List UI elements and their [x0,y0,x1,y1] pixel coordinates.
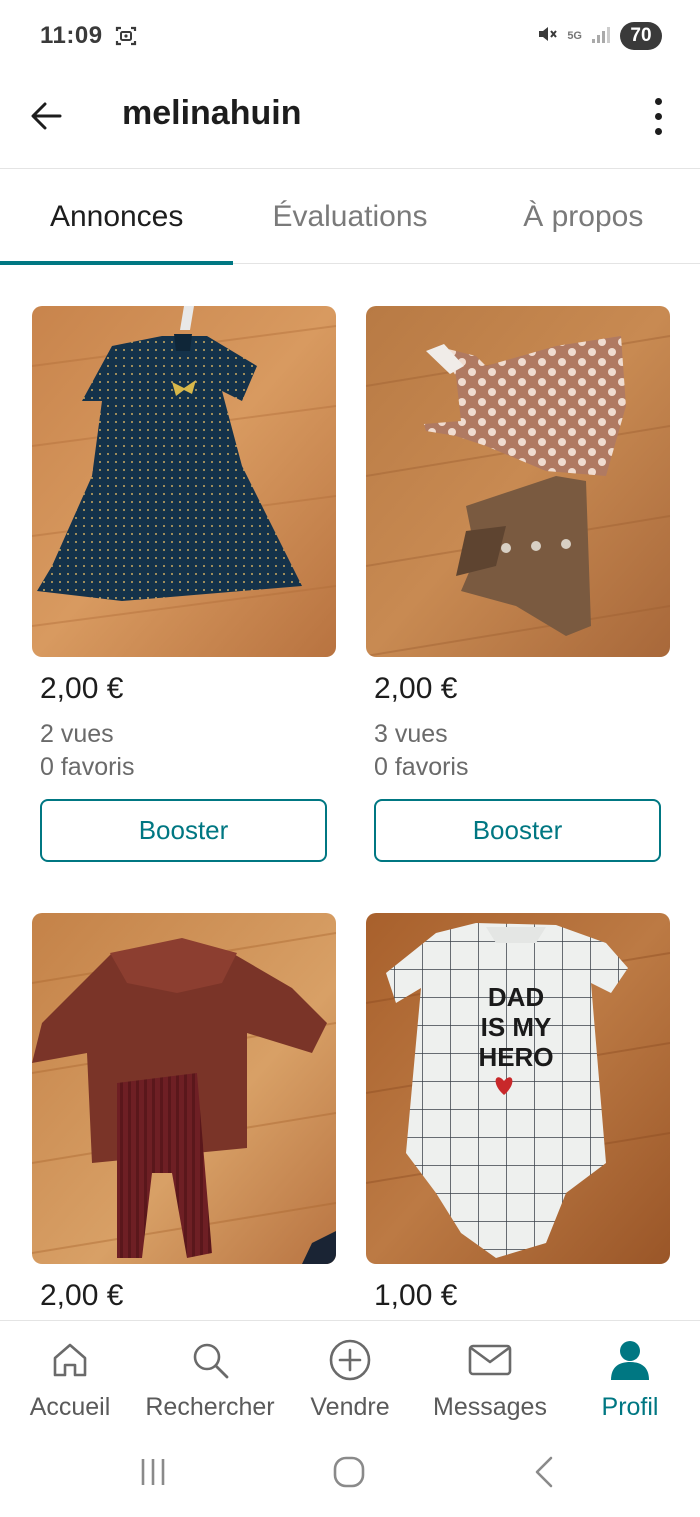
bodysuit-print-line-3: HERO [478,1042,553,1072]
profile-icon [607,1337,653,1383]
listing-photo-top-and-headband[interactable] [366,306,670,657]
nav-item-accueil[interactable]: Accueil [0,1321,140,1433]
screen-recorder-icon [114,24,138,48]
mail-icon [467,1337,513,1383]
signal-icon [590,23,612,50]
network-type: 5G [567,30,582,42]
recent-apps-icon [141,1459,165,1485]
listing-card[interactable]: 2,00 € [32,913,336,1312]
home-system-button[interactable] [324,1450,374,1494]
nav-label: Accueil [29,1393,111,1421]
listing-photo-sweater-and-leggings[interactable] [32,913,336,1264]
home-circle-icon [333,1456,365,1488]
mute-icon [535,22,559,51]
listing-price: 2,00 € [374,672,458,705]
home-icon [47,1337,93,1383]
status-bar: 11:09 5G 70 [0,0,700,74]
listing-card[interactable]: 2,00 € 3 vues 0 favoris Booster [366,306,670,862]
more-options-icon[interactable] [642,90,674,142]
listing-photo-dress[interactable] [32,306,336,657]
bodysuit-print-line-1: DAD [488,982,544,1012]
page-title: melinahuin [122,94,302,132]
listing-photo-bodysuit[interactable]: DAD IS MY HERO [366,913,670,1264]
tab-annonces[interactable]: Annonces [0,170,234,265]
profile-tabs: Annonces Évaluations À propos [0,170,700,265]
nav-label: Messages [433,1393,547,1421]
listing-card[interactable]: 2,00 € 2 vues 0 favoris Booster [32,306,336,862]
system-back-button[interactable] [520,1450,570,1494]
back-arrow-icon [31,102,62,130]
nav-label: Vendre [310,1393,390,1421]
listing-favorites: 0 favoris [374,753,469,781]
booster-button[interactable]: Booster [40,799,327,862]
system-navigation-bar [0,1432,700,1517]
listing-card[interactable]: DAD IS MY HERO 1,00 € [366,913,670,1312]
bottom-navigation: Accueil Rechercher Vendre Messages Profi… [0,1320,700,1432]
listing-price: 2,00 € [40,1279,124,1312]
status-time: 11:09 [40,22,103,49]
bodysuit-print-line-2: IS MY [481,1012,552,1042]
tab-evaluations[interactable]: Évaluations [233,170,466,264]
listing-views: 2 vues [40,720,114,748]
booster-button[interactable]: Booster [374,799,661,862]
recent-apps-button[interactable] [128,1450,178,1494]
tab-a-propos[interactable]: À propos [467,170,700,264]
nav-item-vendre[interactable]: Vendre [280,1321,420,1433]
listing-price: 1,00 € [374,1279,458,1312]
listing-price: 2,00 € [40,672,124,705]
nav-label: Rechercher [145,1393,275,1421]
back-button[interactable] [22,92,70,140]
chevron-left-icon [535,1456,553,1488]
battery-indicator: 70 [620,22,662,50]
search-icon [187,1337,233,1383]
nav-item-messages[interactable]: Messages [420,1321,560,1433]
status-indicators: 5G 70 [535,20,662,52]
nav-item-profil[interactable]: Profil [560,1321,700,1433]
listing-views: 3 vues [374,720,448,748]
profile-header: melinahuin [0,74,700,169]
nav-label: Profil [601,1393,659,1421]
listing-favorites: 0 favoris [40,753,135,781]
plus-circle-icon [327,1337,373,1383]
nav-item-rechercher[interactable]: Rechercher [140,1321,280,1433]
